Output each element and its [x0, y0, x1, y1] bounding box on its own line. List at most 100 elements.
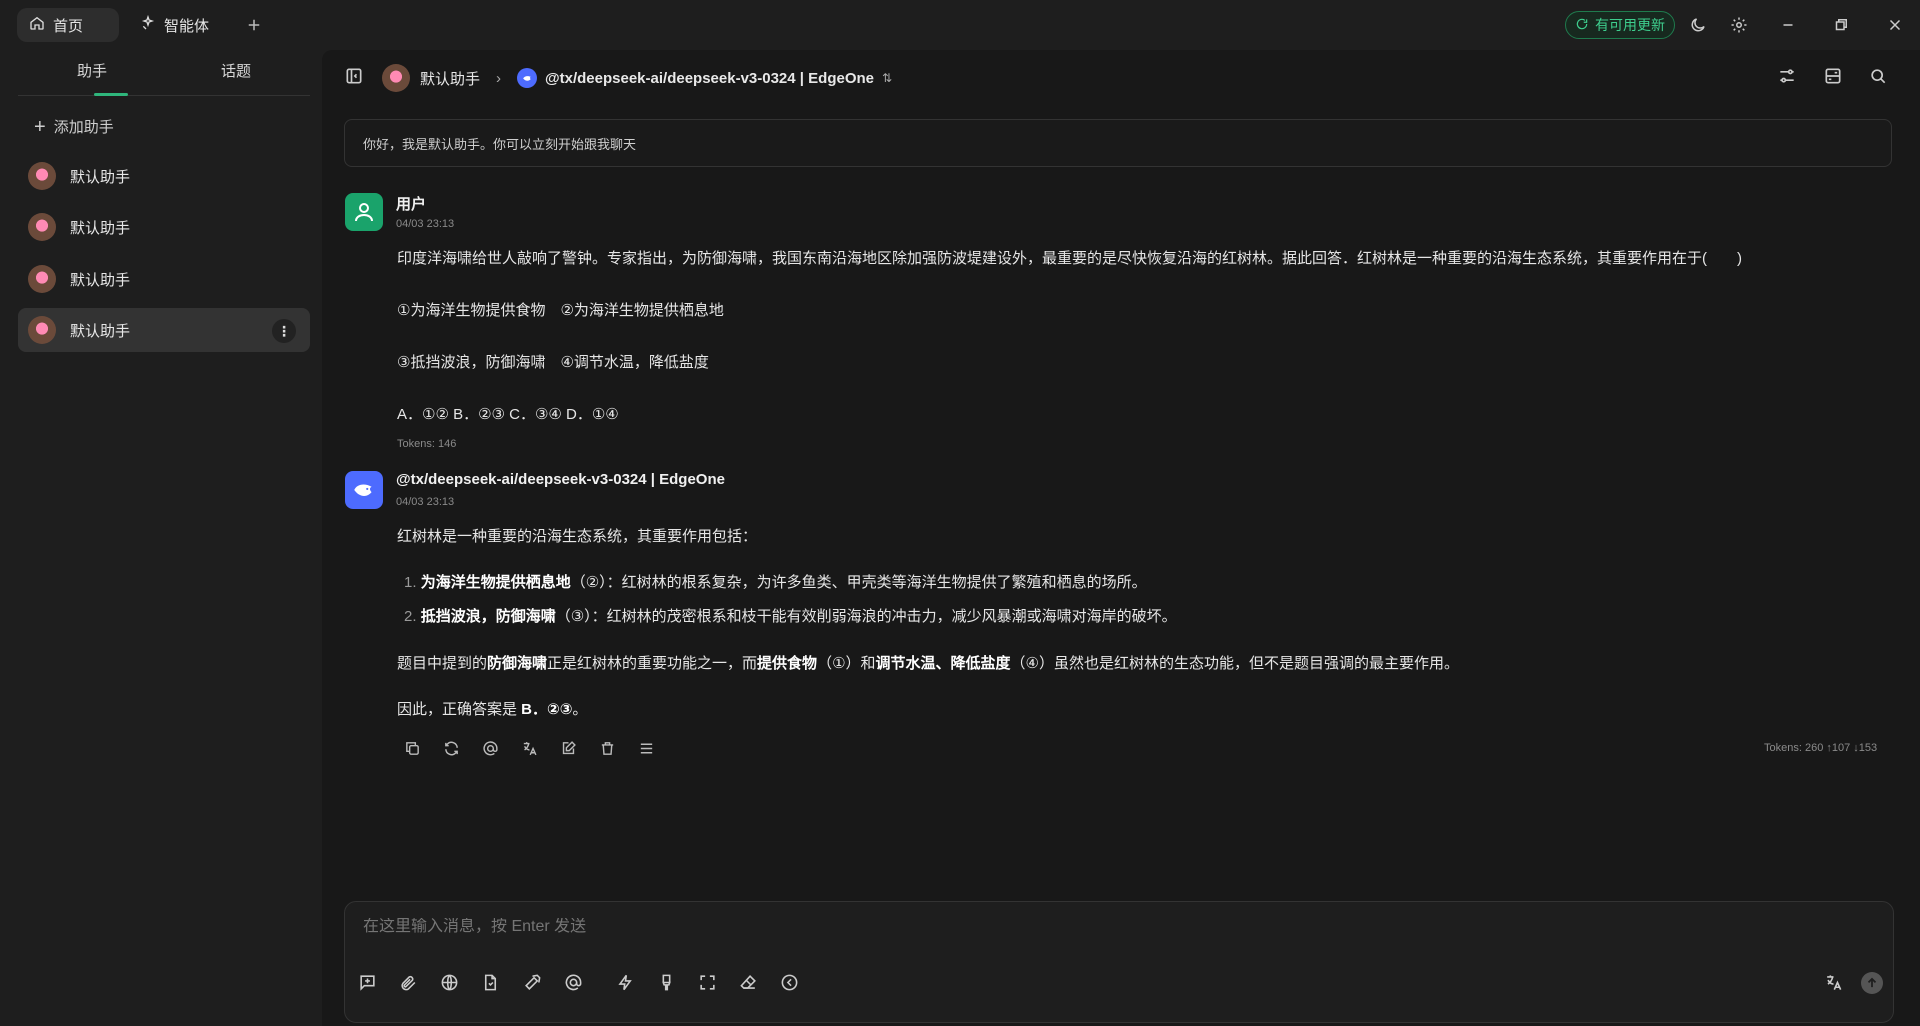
update-available-button[interactable]: 有可用更新	[1565, 11, 1675, 39]
settings-sliders-icon[interactable]	[1777, 66, 1797, 86]
sparkle-icon	[140, 14, 164, 35]
brush-icon[interactable]	[654, 970, 678, 994]
para-bold: 防御海啸	[487, 655, 548, 672]
chevron-left-circle-icon[interactable]	[777, 970, 801, 994]
plus-icon[interactable]	[242, 13, 266, 37]
list-text: （②）：红树林的根系复杂，为许多鱼类、甲壳类等海洋生物提供了繁殖和栖息的场所。	[570, 574, 1147, 591]
sidebar: 助手 话题 + 添加助手 默认助手 默认助手 默认助手 默认助手 ⋮	[0, 50, 322, 1026]
home-icon	[29, 15, 53, 35]
tab-home[interactable]: 首页	[17, 8, 119, 42]
avatar	[28, 162, 56, 190]
assistant-item-label: 默认助手	[70, 168, 131, 186]
title-bar: 首页 智能体 有可用更新	[0, 0, 1920, 50]
tab-agents-label: 智能体	[164, 17, 210, 35]
update-label: 有可用更新	[1595, 17, 1665, 33]
assistant-item-label: 默认助手	[70, 322, 131, 340]
model-avatar	[345, 471, 383, 509]
assistant-token-count: Tokens: 260 ↑107 ↓153	[1764, 742, 1878, 754]
user-message-line: ③抵挡波浪，防御海啸 ④调节水温，降低盐度	[397, 354, 709, 371]
tab-agents[interactable]: 智能体	[128, 8, 228, 42]
conclusion-text: 。	[572, 701, 588, 718]
assistant-item[interactable]: 默认助手	[18, 257, 310, 301]
edit-icon[interactable]	[558, 738, 578, 758]
assistant-item-label: 默认助手	[70, 271, 131, 289]
para-text: 题目中提到的	[397, 655, 488, 672]
file-icon[interactable]	[478, 970, 502, 994]
model-message-time: 04/03 23:13	[396, 496, 455, 508]
list-item: 1. 为海洋生物提供栖息地（②）：红树林的根系复杂，为许多鱼类、甲壳类等海洋生物…	[404, 571, 1147, 592]
active-tab-indicator	[94, 93, 128, 96]
list-bold: 为海洋生物提供栖息地	[420, 574, 571, 591]
chevron-updown-icon[interactable]: ⇅	[882, 71, 892, 85]
assistant-item[interactable]: 默认助手	[18, 205, 310, 249]
user-avatar	[345, 193, 383, 231]
trash-icon[interactable]	[597, 738, 617, 758]
paperclip-icon[interactable]	[396, 970, 420, 994]
restore-icon[interactable]	[1829, 13, 1853, 37]
refresh-icon[interactable]	[441, 738, 461, 758]
list-bold: 抵挡波浪，防御海啸	[420, 608, 556, 625]
at-icon[interactable]	[480, 738, 500, 758]
translate-icon[interactable]	[519, 738, 539, 758]
assistant-item-active[interactable]: 默认助手 ⋮	[18, 308, 310, 352]
welcome-message: 你好，我是默认助手。你可以立刻开始跟我聊天	[344, 119, 1892, 167]
breadcrumb: 默认助手 › @tx/deepseek-ai/deepseek-v3-0324 …	[382, 64, 892, 92]
at-icon[interactable]	[561, 970, 585, 994]
tab-home-label: 首页	[53, 17, 84, 35]
globe-icon[interactable]	[437, 970, 461, 994]
user-token-count: Tokens: 146	[397, 438, 457, 450]
add-assistant-label: 添加助手	[53, 119, 114, 136]
hammer-icon[interactable]	[520, 970, 544, 994]
copy-icon[interactable]	[402, 738, 422, 758]
lightning-icon[interactable]	[613, 970, 637, 994]
more-options-button[interactable]: ⋮	[272, 319, 296, 343]
fullscreen-icon[interactable]	[695, 970, 719, 994]
plus-icon: +	[34, 115, 46, 138]
tab-topics[interactable]: 话题	[221, 60, 251, 81]
minimize-icon[interactable]	[1776, 13, 1800, 37]
list-item: 2. 抵挡波浪，防御海啸（③）：红树林的茂密根系和枝干能有效削弱海浪的冲击力，减…	[404, 605, 1177, 626]
list-text: （③）：红树林的茂密根系和枝干能有效削弱海浪的冲击力，减少风暴潮或海啸对海岸的破…	[555, 608, 1177, 625]
sidebar-toggle-icon[interactable]	[344, 66, 364, 86]
model-name: @tx/deepseek-ai/deepseek-v3-0324 | EdgeO…	[396, 471, 725, 488]
user-icon	[355, 203, 373, 222]
assistant-name[interactable]: 默认助手	[420, 68, 480, 89]
para-text: （①）和	[817, 655, 876, 672]
new-topic-icon[interactable]	[355, 970, 379, 994]
avatar	[28, 265, 56, 293]
assistant-item-label: 默认助手	[70, 219, 131, 237]
list-number: 1.	[404, 574, 417, 591]
assistant-intro: 红树林是一种重要的沿海生态系统，其重要作用包括：	[397, 528, 758, 545]
gear-icon[interactable]	[1727, 13, 1751, 37]
send-button[interactable]	[1861, 972, 1883, 994]
refresh-icon	[1575, 17, 1595, 34]
translate-icon[interactable]	[1821, 970, 1845, 994]
eraser-icon[interactable]	[736, 970, 760, 994]
layout-icon[interactable]	[1823, 66, 1843, 86]
message-input[interactable]	[363, 918, 1863, 936]
moon-icon[interactable]	[1686, 13, 1710, 37]
message-input-box	[344, 901, 1894, 1023]
chat-main: 默认助手 › @tx/deepseek-ai/deepseek-v3-0324 …	[322, 50, 1920, 1026]
para-bold: 调节水温、降低盐度	[875, 655, 1011, 672]
search-icon[interactable]	[1868, 66, 1888, 86]
avatar	[28, 213, 56, 241]
assistant-item[interactable]: 默认助手	[18, 154, 310, 198]
para-text: （④）虽然也是红树林的生态功能，但不是题目强调的最主要作用。	[1010, 655, 1459, 672]
conclusion-text: 因此，正确答案是	[397, 701, 522, 718]
close-icon[interactable]	[1883, 13, 1907, 37]
user-message-line: A．①② B．②③ C．③④ D．①④	[397, 406, 619, 423]
user-message-time: 04/03 23:13	[396, 218, 455, 230]
model-selector[interactable]: @tx/deepseek-ai/deepseek-v3-0324 | EdgeO…	[545, 70, 874, 87]
user-message-line: ①为海洋生物提供食物 ②为海洋生物提供栖息地	[397, 302, 724, 319]
model-logo-icon	[517, 68, 538, 88]
tab-assistants[interactable]: 助手	[77, 60, 107, 81]
chevron-right-icon: ›	[496, 69, 502, 87]
para-text: 正是红树林的重要功能之一，而	[547, 655, 758, 672]
conclusion-answer: B．②③	[521, 701, 573, 718]
add-assistant-button[interactable]: + 添加助手	[34, 116, 114, 137]
list-number: 2.	[404, 608, 417, 625]
avatar	[382, 64, 410, 92]
avatar	[28, 316, 56, 344]
menu-icon[interactable]	[636, 738, 656, 758]
